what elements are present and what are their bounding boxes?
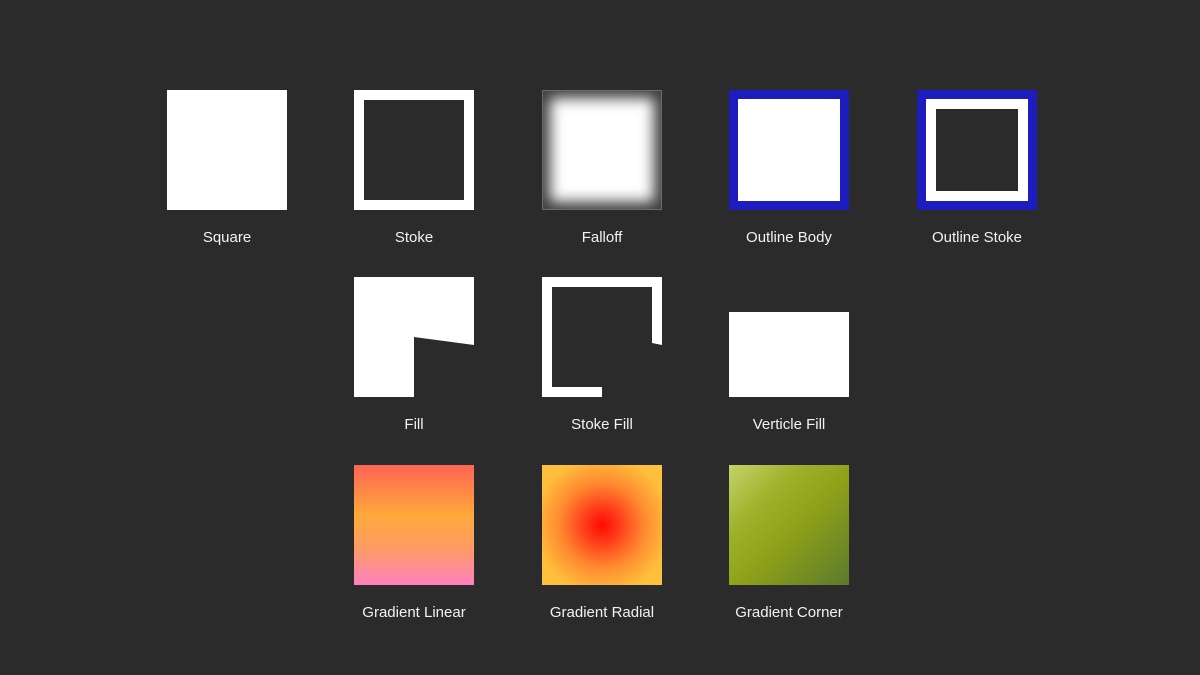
square-swatch <box>167 90 287 210</box>
fill-swatch <box>354 277 474 397</box>
gradient-corner-swatch <box>729 465 849 585</box>
stoke-fill-swatch <box>542 277 662 397</box>
outline-stoke-swatch <box>917 90 1037 210</box>
falloff-swatch <box>542 90 662 210</box>
gradient-radial-swatch <box>542 465 662 585</box>
stoke-fill-label: Stoke Fill <box>571 416 633 433</box>
outline-stoke-inner-ring <box>926 99 1028 201</box>
fill-shape <box>354 277 474 397</box>
outline-body-swatch <box>729 90 849 210</box>
verticle-fill-label: Verticle Fill <box>752 416 826 433</box>
verticle-fill-swatch <box>729 312 849 397</box>
stoke-swatch <box>354 90 474 210</box>
outline-body-label: Outline Body <box>746 229 832 246</box>
fill-label: Fill <box>404 416 424 433</box>
stoke-fill-shape <box>542 277 662 397</box>
square-label: Square <box>202 229 252 246</box>
stoke-label: Stoke <box>394 229 434 246</box>
gradient-corner-label: Gradient Corner <box>735 604 843 621</box>
outline-stoke-label: Outline Stoke <box>931 229 1023 246</box>
gradient-linear-label: Gradient Linear <box>362 604 466 621</box>
gradient-linear-swatch <box>354 465 474 585</box>
falloff-label: Falloff <box>581 229 623 246</box>
gradient-radial-label: Gradient Radial <box>549 604 655 621</box>
